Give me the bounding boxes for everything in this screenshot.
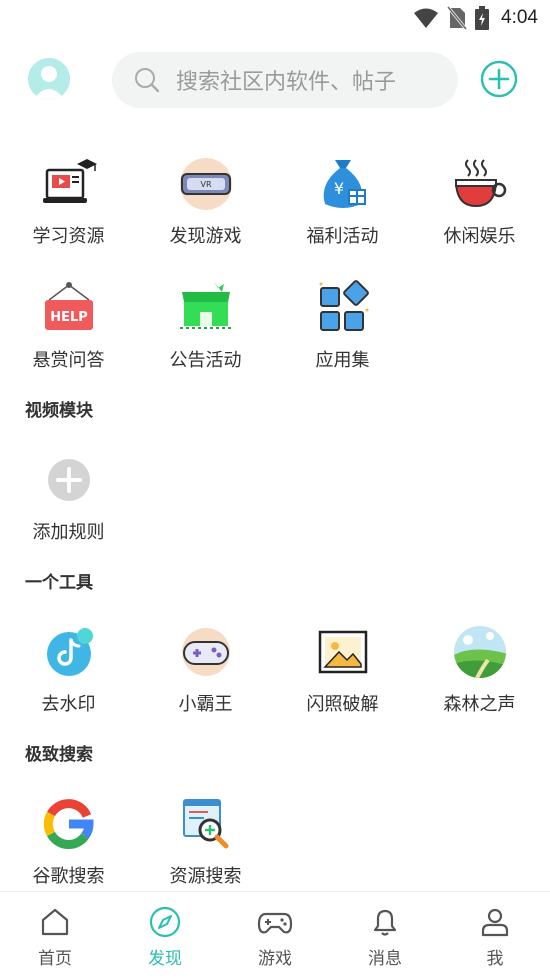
grid-item-label: 发现游戏 xyxy=(169,226,242,247)
avatar-icon xyxy=(28,58,70,100)
grid-item-bounty[interactable]: HELP 悬赏问答 xyxy=(0,280,137,390)
search-input[interactable]: 搜索社区内软件、帖子 xyxy=(112,52,458,108)
nav-item-home[interactable]: 首页 xyxy=(0,906,110,969)
grid-item-add-rule[interactable]: 添加规则 xyxy=(0,452,137,562)
grid-item-resource-search[interactable]: 资源搜索 xyxy=(137,796,274,906)
nav-label: 我 xyxy=(486,949,504,969)
home-icon xyxy=(41,908,69,936)
profile-icon xyxy=(481,908,509,937)
grid-item-xiaobawang[interactable]: 小霸王 xyxy=(137,624,274,734)
vr-headset-icon: VR xyxy=(179,158,232,210)
section-title-video: 视频模块 xyxy=(25,401,93,421)
search-placeholder: 搜索社区内软件、帖子 xyxy=(176,70,397,95)
nav-label: 首页 xyxy=(38,949,72,969)
gamepad-nav-icon xyxy=(257,912,293,934)
grid-item-apps[interactable]: 应用集 xyxy=(274,280,411,390)
grid-item-label: 福利活动 xyxy=(306,226,379,247)
landscape-icon xyxy=(453,626,506,678)
search-icon xyxy=(135,68,160,93)
grid-item-label: 应用集 xyxy=(315,350,370,371)
nav-item-me[interactable]: 我 xyxy=(440,906,550,969)
avatar[interactable] xyxy=(28,58,70,100)
image-icon xyxy=(318,630,367,674)
grid-item-label: 公告活动 xyxy=(169,350,242,371)
grid-row-tools: 去水印 小霸王 闪照破解 森林之声 xyxy=(0,624,550,734)
add-rule-icon xyxy=(47,459,90,501)
status-icons: 4:04 xyxy=(413,6,538,30)
section-title-search: 极致搜索 xyxy=(25,745,93,765)
study-icon xyxy=(42,159,97,203)
money-bag-icon: ¥ xyxy=(323,160,366,208)
grid-item-label: 森林之声 xyxy=(443,694,516,715)
help-sign-icon: HELP xyxy=(44,282,93,330)
nav-item-messages[interactable]: 消息 xyxy=(330,906,440,969)
grid-item-label: 去水印 xyxy=(41,694,96,715)
resource-search-icon xyxy=(182,799,228,849)
grid-item-welfare[interactable]: ¥ 福利活动 xyxy=(274,156,411,266)
status-bar: 4:04 xyxy=(0,0,550,40)
nav-item-games[interactable]: 游戏 xyxy=(220,906,330,969)
grid-item-label: 资源搜索 xyxy=(169,866,242,887)
coffee-cup-icon xyxy=(454,159,506,208)
grid-item-label: 闪照破解 xyxy=(306,694,379,715)
grid-item-google[interactable]: 谷歌搜索 xyxy=(0,796,137,906)
shop-icon xyxy=(179,282,232,329)
gamepad-icon xyxy=(181,628,230,676)
google-icon xyxy=(43,799,94,850)
grid-item-forest-sound[interactable]: 森林之声 xyxy=(411,624,548,734)
grid-item-label: 添加规则 xyxy=(32,522,105,543)
nav-label: 消息 xyxy=(368,949,402,969)
svg-text:VR: VR xyxy=(200,180,211,189)
grid-item-label: 谷歌搜索 xyxy=(32,866,105,887)
grid-row-1: 学习资源 VR 发现游戏 ¥ 福利活动 休闲娱乐 xyxy=(0,156,550,266)
add-button[interactable] xyxy=(480,60,518,98)
svg-text:HELP: HELP xyxy=(50,310,88,325)
grid-item-notice[interactable]: 公告活动 xyxy=(137,280,274,390)
grid-item-leisure[interactable]: 休闲娱乐 xyxy=(411,156,548,266)
header: 搜索社区内软件、帖子 xyxy=(0,50,550,110)
grid-item-label: 休闲娱乐 xyxy=(443,226,516,247)
nav-label: 游戏 xyxy=(258,949,292,969)
no-sim-icon xyxy=(447,6,468,30)
status-time: 4:04 xyxy=(501,7,538,28)
grid-item-flash-photo[interactable]: 闪照破解 xyxy=(274,624,411,734)
grid-row-search: 谷歌搜索 资源搜索 xyxy=(0,796,550,906)
grid-item-study[interactable]: 学习资源 xyxy=(0,156,137,266)
grid-item-label: 学习资源 xyxy=(32,226,105,247)
grid-item-label: 小霸王 xyxy=(178,694,233,715)
grid-item-games[interactable]: VR 发现游戏 xyxy=(137,156,274,266)
bottom-nav: 首页 发现 游戏 消息 我 xyxy=(0,891,550,978)
grid-row-2: HELP 悬赏问答 公告活动 应用集 xyxy=(0,280,550,390)
wifi-icon xyxy=(414,8,439,28)
bell-icon xyxy=(373,909,397,936)
svg-text:¥: ¥ xyxy=(333,179,343,198)
nav-item-discover[interactable]: 发现 xyxy=(110,906,220,969)
grid-item-label: 悬赏问答 xyxy=(32,350,105,371)
nav-label: 发现 xyxy=(148,949,182,969)
battery-icon xyxy=(475,6,490,30)
grid-item-remove-watermark[interactable]: 去水印 xyxy=(0,624,137,734)
apps-icon xyxy=(319,280,369,331)
section-title-tools: 一个工具 xyxy=(25,573,93,593)
tiktok-icon xyxy=(46,628,93,676)
compass-icon xyxy=(149,906,181,938)
grid-row-video: 添加规则 xyxy=(0,452,550,562)
